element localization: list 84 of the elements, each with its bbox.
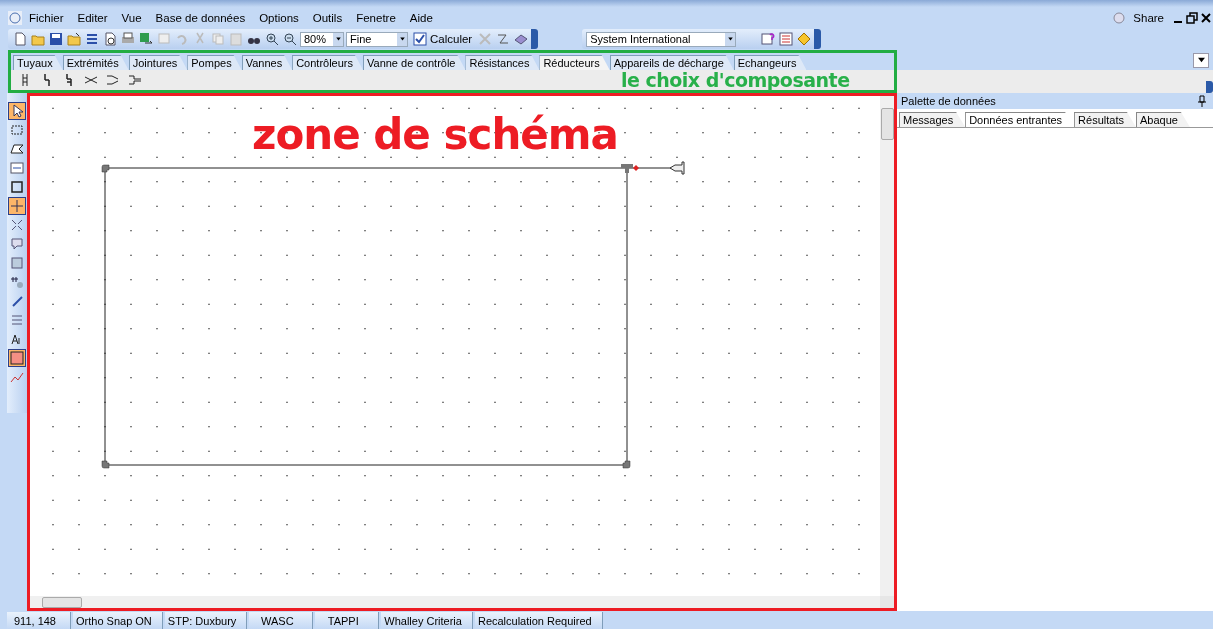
component-tab[interactable]: Tuyaux bbox=[13, 55, 63, 70]
caret-icon bbox=[1197, 57, 1205, 63]
calculate-button[interactable]: Calculer bbox=[410, 30, 476, 48]
save-icon[interactable] bbox=[49, 32, 63, 46]
annotation-label: le choix d'composante bbox=[621, 70, 850, 90]
close-icon[interactable] bbox=[1199, 10, 1213, 25]
chart-icon[interactable] bbox=[10, 370, 24, 384]
menu-item[interactable]: Aide bbox=[402, 11, 440, 24]
properties-icon[interactable] bbox=[779, 32, 794, 46]
component-tab[interactable]: Contrôleurs bbox=[292, 55, 363, 70]
menu-item[interactable]: Vue bbox=[114, 11, 149, 24]
dropdown-button[interactable] bbox=[333, 32, 343, 46]
marquee-icon[interactable] bbox=[10, 123, 24, 137]
list-icon[interactable] bbox=[85, 32, 99, 46]
component-tab[interactable]: Pompes bbox=[187, 55, 242, 70]
unit-system-select[interactable]: System International bbox=[586, 31, 737, 47]
print-icon[interactable] bbox=[121, 32, 135, 46]
caret-icon bbox=[726, 36, 734, 42]
print-preview-icon[interactable] bbox=[103, 32, 117, 46]
horizontal-scrollbar[interactable] bbox=[30, 596, 880, 608]
component-tab[interactable]: Résistances bbox=[465, 55, 540, 70]
zoom-select[interactable]: 80% bbox=[300, 31, 344, 47]
panel-tab[interactable]: Abaque bbox=[1135, 112, 1190, 127]
pen-icon[interactable] bbox=[10, 294, 24, 308]
menu-item[interactable]: Outils bbox=[305, 11, 350, 24]
caret-icon bbox=[398, 36, 406, 42]
status-cell: Ortho Snap ON bbox=[73, 612, 163, 629]
app-logo-icon bbox=[8, 10, 22, 25]
speech-bubble-icon[interactable] bbox=[10, 237, 24, 251]
tab-dropdown-button[interactable] bbox=[1193, 52, 1209, 68]
help-grid-icon[interactable] bbox=[761, 32, 776, 46]
component-tab[interactable]: Appareils de décharge bbox=[609, 55, 734, 70]
status-cell: WASC bbox=[249, 612, 314, 629]
restore-icon[interactable] bbox=[1185, 10, 1199, 25]
status-cell: Whalley Criteria bbox=[381, 612, 473, 629]
annotation-label: zone de schéma bbox=[252, 110, 618, 159]
component-tab[interactable]: Extrémités bbox=[62, 55, 129, 70]
hash-icon[interactable] bbox=[10, 275, 24, 289]
diamond-sign-icon[interactable] bbox=[797, 32, 812, 46]
frame-icon[interactable] bbox=[10, 180, 24, 194]
lasso-icon[interactable] bbox=[10, 142, 24, 156]
toolbar-options-grip[interactable] bbox=[531, 29, 539, 49]
pointer-icon[interactable] bbox=[10, 104, 24, 118]
scale-icon[interactable] bbox=[10, 218, 24, 232]
menu-item[interactable]: Fenetre bbox=[349, 11, 403, 24]
mesh-select[interactable]: Fine bbox=[346, 31, 408, 47]
panel-tab[interactable]: Messages bbox=[899, 112, 966, 127]
status-cell: Recalculation Required bbox=[474, 612, 603, 629]
status-cell: STP: Duxbury bbox=[164, 612, 248, 629]
status-cell: 911, 148 bbox=[7, 612, 71, 629]
panel-title: Palette de données bbox=[901, 95, 996, 107]
scrollbar-corner bbox=[880, 596, 894, 608]
toolbar-options-grip[interactable] bbox=[814, 29, 822, 49]
label-icon[interactable] bbox=[10, 256, 24, 270]
export-icon[interactable] bbox=[139, 32, 153, 46]
menu-item[interactable]: Editer bbox=[70, 11, 115, 24]
move-icon[interactable] bbox=[10, 199, 24, 213]
menu-item[interactable]: Fichier bbox=[22, 11, 71, 24]
component-tab[interactable]: Réducteurs bbox=[539, 55, 610, 70]
component-tab[interactable]: Vannes bbox=[241, 55, 293, 70]
status-cell: TAPPI bbox=[315, 612, 380, 629]
component-tab[interactable]: Vanne de contrôle bbox=[363, 55, 466, 70]
curve-icon[interactable] bbox=[496, 32, 511, 46]
zoom-out-icon[interactable] bbox=[283, 32, 297, 46]
textbox-icon[interactable] bbox=[10, 161, 24, 175]
dropdown-button[interactable] bbox=[725, 32, 736, 46]
panel-tab[interactable]: Résultats bbox=[1074, 112, 1136, 127]
component-tab[interactable]: Echangeurs bbox=[733, 55, 807, 70]
zoom-in-icon[interactable] bbox=[265, 32, 279, 46]
menu-item[interactable]: Options bbox=[252, 11, 306, 24]
component-tab[interactable]: Jointures bbox=[128, 55, 188, 70]
dropdown-button[interactable] bbox=[397, 32, 407, 46]
reducer-icon[interactable] bbox=[128, 73, 142, 87]
fill-color-icon[interactable] bbox=[10, 351, 24, 365]
caret-icon bbox=[334, 36, 342, 42]
share-link[interactable]: Share bbox=[1126, 11, 1171, 24]
new-document-icon[interactable] bbox=[13, 32, 27, 46]
book-icon[interactable] bbox=[514, 32, 529, 46]
toolbar-options-grip[interactable] bbox=[1206, 81, 1213, 93]
reducer-icon[interactable] bbox=[106, 73, 120, 87]
pin-icon[interactable] bbox=[1195, 94, 1209, 108]
vertical-scrollbar[interactable] bbox=[880, 96, 894, 596]
checklist-icon[interactable] bbox=[413, 32, 427, 46]
menu-item[interactable]: Base de données bbox=[148, 11, 253, 24]
